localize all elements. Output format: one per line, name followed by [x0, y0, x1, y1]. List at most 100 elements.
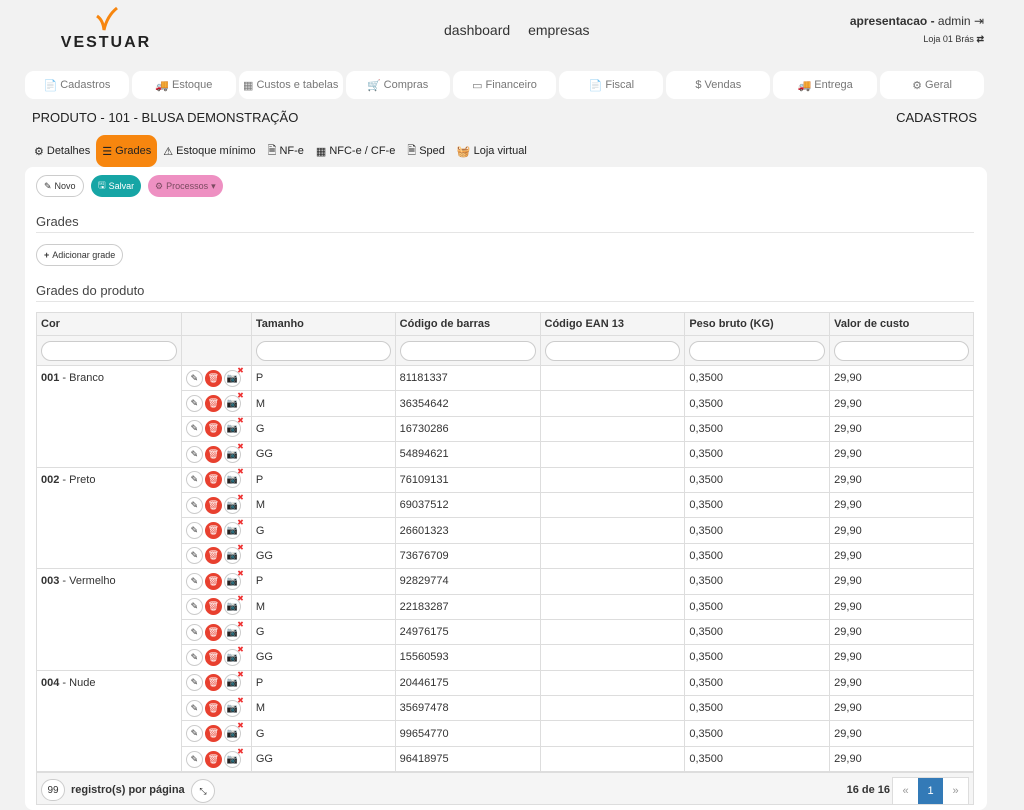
delete-icon[interactable]: 🗑: [204, 445, 222, 463]
edit-icon[interactable]: ✎: [185, 674, 203, 692]
novo-button[interactable]: ✎ Novo: [36, 175, 84, 197]
delete-icon[interactable]: 🗑: [204, 725, 222, 743]
menu-entrega[interactable]: 🚚 Entrega: [773, 71, 878, 99]
edit-icon[interactable]: ✎: [185, 725, 203, 743]
tab-nf-e[interactable]: 🗎 NF-e: [262, 135, 310, 167]
column-filter-input[interactable]: [834, 340, 969, 361]
camera-icon[interactable]: 📷 ✖: [223, 645, 244, 666]
edit-icon[interactable]: ✎: [185, 699, 203, 717]
remove-photo-icon[interactable]: ✖: [237, 366, 244, 375]
column-filter-input[interactable]: [41, 340, 177, 361]
delete-icon[interactable]: 🗑: [204, 471, 222, 489]
remove-photo-icon[interactable]: ✖: [237, 670, 244, 679]
column-header[interactable]: Código de barras: [394, 312, 541, 336]
menu-financeiro[interactable]: ▭ Financeiro: [452, 71, 557, 99]
camera-icon[interactable]: 📷 ✖: [223, 747, 244, 768]
remove-photo-icon[interactable]: ✖: [237, 416, 244, 425]
edit-icon[interactable]: ✎: [185, 522, 203, 540]
column-header[interactable]: Peso bruto (KG): [684, 312, 831, 336]
camera-icon[interactable]: 📷 ✖: [223, 518, 244, 540]
nav-empresas[interactable]: empresas: [528, 22, 589, 38]
camera-icon[interactable]: 📷 ✖: [223, 721, 244, 743]
tab-nfc-e-cf-e[interactable]: ▦ NFC-e / CF-e: [310, 135, 401, 167]
prev-page-button[interactable]: «: [893, 778, 918, 804]
camera-icon[interactable]: 📷 ✖: [223, 493, 244, 514]
edit-icon[interactable]: ✎: [185, 420, 203, 438]
delete-icon[interactable]: 🗑: [204, 699, 222, 717]
column-header[interactable]: Valor de custo: [829, 312, 974, 336]
delete-icon[interactable]: 🗑: [204, 572, 222, 590]
column-header[interactable]: [180, 312, 252, 336]
camera-icon[interactable]: 📷 ✖: [223, 543, 244, 565]
logout-icon[interactable]: ⇥: [974, 14, 984, 28]
delete-icon[interactable]: 🗑: [204, 420, 222, 438]
collapse-icon[interactable]: ⤡: [191, 779, 215, 803]
column-header[interactable]: Código EAN 13: [539, 312, 686, 336]
column-filter-input[interactable]: [255, 340, 391, 361]
delete-icon[interactable]: 🗑: [204, 496, 222, 514]
delete-icon[interactable]: 🗑: [204, 750, 222, 768]
camera-icon[interactable]: 📷 ✖: [223, 416, 244, 438]
delete-icon[interactable]: 🗑: [204, 522, 222, 540]
delete-icon[interactable]: 🗑: [204, 395, 222, 413]
logo[interactable]: VESTUAR: [60, 6, 152, 52]
edit-icon[interactable]: ✎: [185, 369, 203, 387]
edit-icon[interactable]: ✎: [185, 572, 203, 590]
tab-grades[interactable]: ☰ Grades: [96, 135, 158, 167]
camera-icon[interactable]: 📷 ✖: [223, 366, 244, 387]
camera-icon[interactable]: 📷 ✖: [223, 620, 244, 641]
remove-photo-icon[interactable]: ✖: [237, 645, 244, 654]
remove-photo-icon[interactable]: ✖: [237, 543, 244, 552]
column-filter-input[interactable]: [399, 340, 536, 361]
remove-photo-icon[interactable]: ✖: [237, 747, 244, 756]
page-1-button[interactable]: 1: [918, 778, 943, 804]
edit-icon[interactable]: ✎: [185, 598, 203, 616]
menu-vendas[interactable]: $ Vendas: [666, 71, 771, 99]
remove-photo-icon[interactable]: ✖: [237, 569, 244, 578]
column-header[interactable]: Cor: [36, 312, 182, 336]
camera-icon[interactable]: 📷 ✖: [223, 696, 244, 717]
edit-icon[interactable]: ✎: [185, 395, 203, 413]
remove-photo-icon[interactable]: ✖: [237, 493, 244, 502]
edit-icon[interactable]: ✎: [185, 648, 203, 666]
delete-icon[interactable]: 🗑: [204, 598, 222, 616]
add-grade-button[interactable]: + Adicionar grade: [36, 244, 124, 266]
next-page-button[interactable]: »: [943, 778, 968, 804]
camera-icon[interactable]: 📷 ✖: [223, 467, 244, 489]
camera-icon[interactable]: 📷 ✖: [223, 569, 244, 590]
edit-icon[interactable]: ✎: [185, 445, 203, 463]
nav-dashboard[interactable]: dashboard: [444, 22, 510, 38]
menu-fiscal[interactable]: 📄 Fiscal: [559, 71, 664, 99]
tab-estoque-m-nimo[interactable]: ⚠ Estoque mínimo: [157, 135, 261, 167]
remove-photo-icon[interactable]: ✖: [237, 391, 244, 400]
tab-loja-virtual[interactable]: 🧺 Loja virtual: [451, 135, 533, 167]
column-header[interactable]: Tamanho: [250, 312, 396, 336]
menu-custos-e-tabelas[interactable]: ▦ Custos e tabelas: [238, 71, 343, 99]
edit-icon[interactable]: ✎: [185, 623, 203, 641]
edit-icon[interactable]: ✎: [185, 471, 203, 489]
remove-photo-icon[interactable]: ✖: [237, 467, 244, 476]
menu-geral[interactable]: ⚙ Geral: [880, 71, 985, 99]
remove-photo-icon[interactable]: ✖: [237, 518, 244, 527]
camera-icon[interactable]: 📷 ✖: [223, 594, 244, 616]
per-page-input[interactable]: 99: [41, 779, 65, 801]
edit-icon[interactable]: ✎: [185, 496, 203, 514]
tab-detalhes[interactable]: ⚙ Detalhes: [28, 135, 96, 167]
edit-icon[interactable]: ✎: [185, 547, 203, 565]
remove-photo-icon[interactable]: ✖: [237, 721, 244, 730]
column-filter-input[interactable]: [689, 340, 826, 361]
edit-icon[interactable]: ✎: [185, 750, 203, 768]
menu-compras[interactable]: 🛒 Compras: [345, 71, 450, 99]
remove-photo-icon[interactable]: ✖: [237, 696, 244, 705]
delete-icon[interactable]: 🗑: [204, 369, 222, 387]
remove-photo-icon[interactable]: ✖: [237, 442, 244, 451]
camera-icon[interactable]: 📷 ✖: [223, 391, 244, 413]
delete-icon[interactable]: 🗑: [204, 547, 222, 565]
column-filter-input[interactable]: [544, 340, 681, 361]
salvar-button[interactable]: 🖫 Salvar: [91, 175, 142, 197]
processos-dropdown[interactable]: ⚙ Processos ▾: [148, 175, 223, 197]
menu-estoque[interactable]: 🚚 Estoque: [131, 71, 236, 99]
delete-icon[interactable]: 🗑: [204, 674, 222, 692]
remove-photo-icon[interactable]: ✖: [237, 594, 244, 603]
switch-store-icon[interactable]: ⇄: [976, 34, 984, 44]
